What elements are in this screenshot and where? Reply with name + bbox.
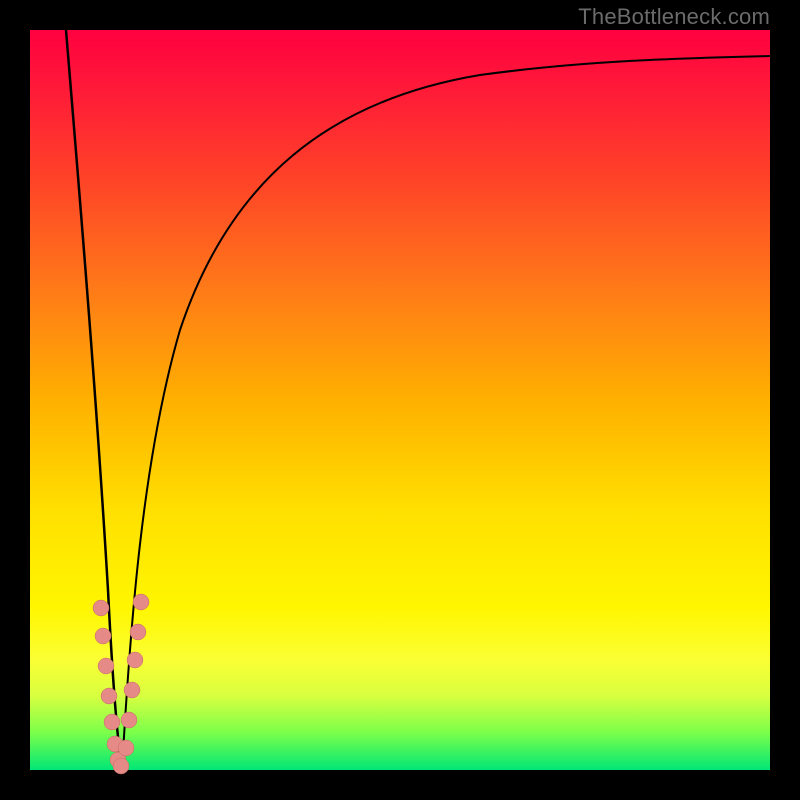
- marker-dot: [130, 624, 146, 640]
- chart-frame: TheBottleneck.com: [0, 0, 800, 800]
- marker-dot: [95, 628, 111, 644]
- plot-area: [30, 30, 770, 770]
- marker-dot: [124, 682, 140, 698]
- marker-dot: [98, 658, 114, 674]
- marker-dot: [101, 688, 117, 704]
- series-right-branch: [122, 56, 770, 770]
- marker-dot: [113, 758, 129, 774]
- marker-group: [93, 594, 149, 774]
- marker-dot: [93, 600, 109, 616]
- series-left-branch: [66, 30, 122, 770]
- marker-dot: [127, 652, 143, 668]
- chart-svg: [30, 30, 770, 770]
- marker-dot: [133, 594, 149, 610]
- marker-dot: [118, 740, 134, 756]
- marker-dot: [104, 714, 120, 730]
- marker-dot: [121, 712, 137, 728]
- watermark-text: TheBottleneck.com: [578, 4, 770, 30]
